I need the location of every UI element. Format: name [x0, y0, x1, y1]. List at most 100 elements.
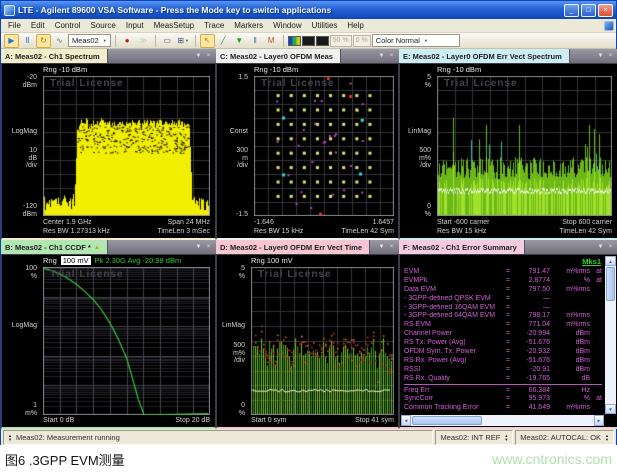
menu-item-markers[interactable]: Markers: [229, 20, 268, 31]
error-vector-time-plot-area: Trial License: [251, 267, 394, 415]
title-bar[interactable]: LTE - Agilent 89600 VSA Software - Press…: [1, 1, 616, 19]
y-axis-top-label: -20 dBm: [2, 74, 37, 89]
summary-row: OFDM Sym. Tx. Power=-20.932dBm: [404, 348, 602, 357]
band-marker-button[interactable]: ‖: [248, 34, 263, 48]
panel-minimize-icon[interactable]: ▼: [194, 53, 203, 59]
y-axis-div-label: 500 m% /div: [217, 342, 245, 365]
single-layout-button[interactable]: ▭: [160, 34, 175, 48]
error-vector-time-plot[interactable]: [251, 267, 394, 415]
menu-item-help[interactable]: Help: [342, 20, 368, 31]
colormap-icon[interactable]: [288, 36, 301, 46]
panel-close-icon[interactable]: ×: [387, 244, 396, 250]
panel-close-icon[interactable]: ×: [606, 53, 615, 59]
menu-item-utilities[interactable]: Utilities: [307, 20, 343, 31]
menu-bar: FileEditControlSourceInputMeasSetupTrace…: [1, 19, 616, 33]
app-badge-icon[interactable]: [604, 21, 614, 31]
minimize-button[interactable]: _: [564, 4, 579, 17]
restart-button[interactable]: ↻: [36, 34, 51, 48]
menu-item-input[interactable]: Input: [121, 20, 149, 31]
menu-item-window[interactable]: Window: [268, 20, 306, 31]
peak-marker-button[interactable]: ▼: [232, 34, 247, 48]
panel-close-icon[interactable]: ×: [387, 53, 396, 59]
grid-layout-button[interactable]: ⊞▼: [176, 34, 191, 48]
scroll-down-icon[interactable]: ▼: [605, 404, 616, 414]
panel-close-icon[interactable]: ×: [606, 244, 615, 250]
menu-item-source[interactable]: Source: [85, 20, 120, 31]
menu-item-control[interactable]: Control: [50, 20, 86, 31]
panel-f-tab[interactable]: F: Meas02 - Ch1 Error Summary: [399, 240, 525, 254]
y-axis-div-label: 300 m /div: [217, 147, 248, 170]
vertical-scroll-thumb[interactable]: [606, 267, 615, 301]
spinner-icon[interactable]: ▲▼: [504, 434, 508, 441]
range-readout: Rng 100 mV Pk 2.30G Avg -20.98 dBm: [43, 256, 181, 265]
maximize-button[interactable]: □: [581, 4, 596, 17]
x-axis-right-label: Stop 20 dB: [175, 417, 210, 425]
panel-a-header: A: Meas02 - Ch1 Spectrum ▼×: [1, 49, 216, 63]
close-button[interactable]: ×: [598, 4, 613, 17]
play-button[interactable]: ▶: [4, 34, 19, 48]
spinner-icon[interactable]: ▲▼: [605, 434, 609, 441]
menu-item-trace[interactable]: Trace: [199, 20, 229, 31]
range-readout: Rng -10 dBm: [43, 65, 87, 74]
panel-d-tab[interactable]: D: Meas02 - Layer0 OFDM Err Vect Time: [216, 240, 370, 254]
spectrum-plot-area: Trial License: [43, 76, 210, 216]
y-axis-top-label: 5 %: [217, 265, 245, 280]
trace-color-icon[interactable]: [302, 36, 315, 46]
panel-c-body: Rng -10 dBm Trial License 1.5 Const 300 …: [216, 63, 399, 240]
color-mode-select[interactable]: Color Normal▼: [372, 34, 460, 47]
panel-c-tab[interactable]: C: Meas02 - Layer0 OFDM Meas: [216, 49, 341, 63]
panel-close-icon[interactable]: ×: [204, 53, 213, 59]
offset-marker-button[interactable]: M: [264, 34, 279, 48]
y-axis-scale-label: LogMag: [2, 322, 37, 330]
vertical-scrollbar[interactable]: ▲ ▼: [605, 256, 616, 414]
pause-button[interactable]: Ⅱ: [20, 34, 35, 48]
toolbar-sep: [115, 35, 116, 47]
panel-b-tab[interactable]: B: Meas02 - Ch1 CCDF *▲: [1, 240, 108, 254]
toolbar-sep: [155, 35, 156, 47]
range-readout: Rng 100 mV: [251, 256, 293, 265]
horizontal-scroll-thumb[interactable]: [412, 416, 482, 425]
panel-e-tab[interactable]: E: Meas02 - Layer0 OFDM Err Vect Spectru…: [399, 49, 570, 63]
y-axis-scale-label: LinMag: [400, 128, 431, 136]
panel-minimize-icon[interactable]: ▼: [596, 53, 605, 59]
y-axis-scale-label: LogMag: [2, 128, 37, 136]
panel-close-icon[interactable]: ×: [204, 244, 213, 250]
y-axis-scale-label: Const: [217, 128, 248, 136]
spinner-icon[interactable]: ▲▼: [8, 434, 12, 441]
record-button[interactable]: ●: [120, 34, 135, 48]
timelen-label: TimeLen 42 Sym: [341, 228, 394, 236]
error-vector-spectrum-plot[interactable]: [437, 76, 612, 216]
panel-minimize-icon[interactable]: ▼: [596, 244, 605, 250]
panel-minimize-icon[interactable]: ▼: [194, 244, 203, 250]
ccdf-plot[interactable]: [43, 267, 210, 415]
scroll-up-icon[interactable]: ▲: [605, 256, 616, 266]
horizontal-scrollbar[interactable]: ◄ ►: [401, 415, 604, 426]
scroll-right-icon[interactable]: ►: [594, 415, 604, 426]
summary-row: EVM=791.47m%rmsat: [404, 268, 602, 277]
single-sweep-button[interactable]: ∿: [52, 34, 67, 48]
scroll-left-icon[interactable]: ◄: [401, 415, 411, 426]
autocal-status: Meas02: AUTOCAL: OK ▲▼: [515, 430, 614, 445]
x-axis-right-label: Stop 600 carrier: [562, 219, 612, 227]
toolbar: ▶Ⅱ↻∿Meas02▼●≫▭⊞▼↖╱▼‖M50 %0 %Color Normal…: [1, 33, 616, 49]
background-color-icon[interactable]: [316, 36, 329, 46]
panel-minimize-icon[interactable]: ▼: [377, 244, 386, 250]
range-readout: Rng -10 dBm: [254, 65, 298, 74]
error-vector-spectrum-plot-area: Trial License: [437, 76, 612, 216]
playback-button[interactable]: ≫: [136, 34, 151, 48]
line-marker-button[interactable]: ╱: [216, 34, 231, 48]
vsa-application-window: LTE - Agilent 89600 VSA Software - Press…: [0, 0, 617, 445]
panel-a-tab[interactable]: A: Meas02 - Ch1 Spectrum: [1, 49, 108, 63]
menu-item-file[interactable]: File: [3, 20, 26, 31]
spectrum-plot[interactable]: [43, 76, 210, 216]
panel-minimize-icon[interactable]: ▼: [377, 53, 386, 59]
x-axis-right-label: Stop 41 sym: [355, 417, 394, 425]
measurement-select[interactable]: Meas02▼: [68, 34, 111, 47]
x-axis-right-label: Span 24 MHz: [168, 219, 210, 227]
constellation-plot[interactable]: [254, 76, 394, 216]
menu-item-edit[interactable]: Edit: [26, 20, 50, 31]
menu-item-meassetup[interactable]: MeasSetup: [149, 20, 199, 31]
y-axis-bottom-label: 0 %: [217, 402, 245, 417]
select-pointer-button[interactable]: ↖: [200, 34, 215, 48]
marker-readout[interactable]: Mks1: [582, 257, 601, 266]
